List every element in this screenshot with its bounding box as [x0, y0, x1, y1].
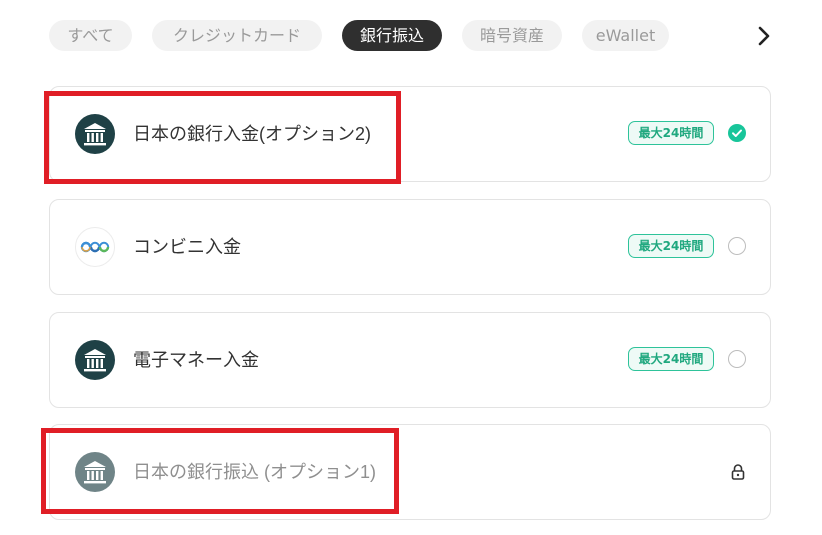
processing-time-badge: 最大24時間 [628, 234, 714, 258]
selected-check-icon[interactable] [728, 124, 746, 142]
highlight-box [41, 428, 399, 514]
tab-credit-card[interactable]: クレジットカード [152, 20, 322, 51]
processing-time-badge: 最大24時間 [628, 121, 714, 145]
payment-method-title: コンビニ入金 [133, 237, 241, 257]
payment-method-convenience-store[interactable]: コンビニ入金 最大24時間 [49, 199, 771, 295]
tab-all[interactable]: すべて [49, 20, 132, 51]
lock-icon [730, 463, 746, 481]
processing-time-badge: 最大24時間 [628, 347, 714, 371]
chevron-right-icon[interactable] [752, 22, 776, 50]
radio-button[interactable] [728, 350, 746, 368]
tab-bank-transfer[interactable]: 銀行振込 [342, 20, 442, 51]
payment-method-e-money[interactable]: 電子マネー入金 最大24時間 [49, 312, 771, 408]
payment-category-tabs: すべて クレジットカード 銀行振込 暗号資産 eWallet [0, 0, 822, 72]
bank-icon [75, 340, 115, 380]
convenience-store-icon [75, 227, 115, 267]
tab-crypto[interactable]: 暗号資産 [462, 20, 562, 51]
payment-method-title: 電子マネー入金 [133, 350, 259, 370]
tab-ewallet[interactable]: eWallet [582, 20, 669, 51]
radio-button[interactable] [728, 237, 746, 255]
highlight-box [44, 91, 401, 184]
